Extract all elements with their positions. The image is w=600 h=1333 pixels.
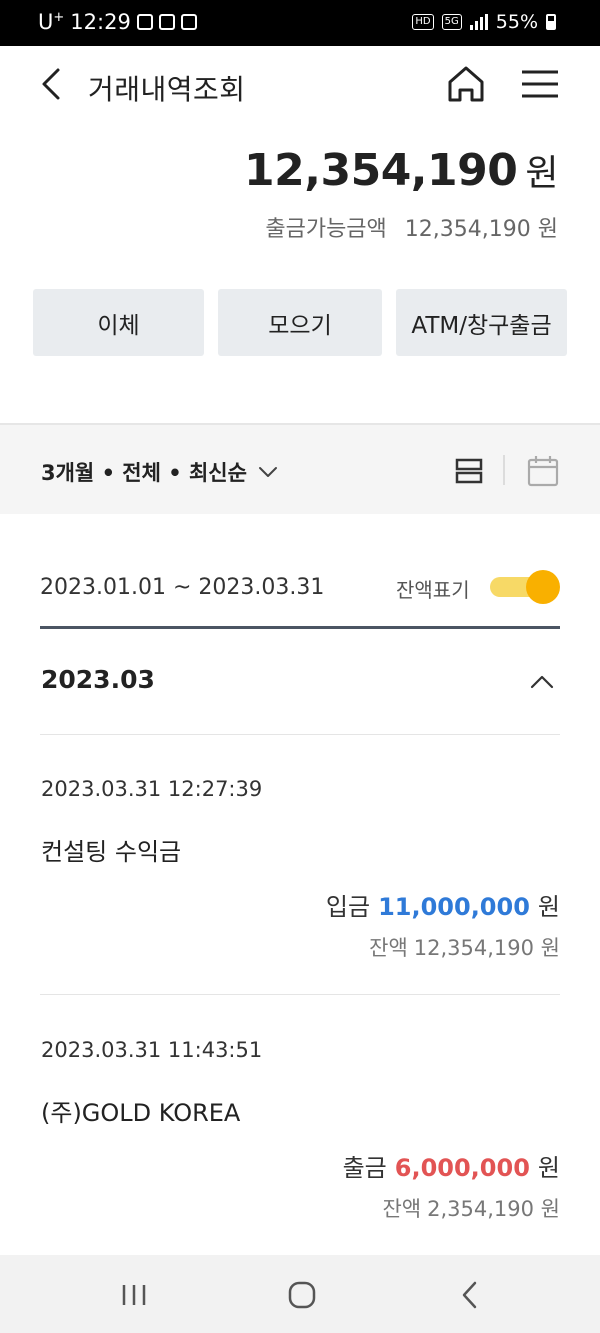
filter-label: 3개월 • 전체 • 최신순 bbox=[41, 461, 247, 485]
list-view-button[interactable] bbox=[454, 457, 484, 485]
collect-button[interactable]: 모으기 bbox=[218, 289, 382, 356]
battery-icon bbox=[546, 14, 556, 30]
transaction-amount-unit: 원 bbox=[537, 1154, 560, 1182]
list-view-icon bbox=[455, 458, 483, 484]
transaction-amount-unit: 원 bbox=[537, 893, 560, 921]
home-button[interactable] bbox=[444, 62, 488, 106]
system-nav-bar bbox=[0, 1255, 600, 1333]
system-home-button[interactable] bbox=[287, 1280, 317, 1310]
transaction-balance-value: 12,354,190 원 bbox=[413, 936, 560, 960]
page-title: 거래내역조회 bbox=[88, 73, 246, 106]
recent-apps-icon bbox=[122, 1285, 146, 1305]
transaction-divider bbox=[40, 994, 560, 995]
transaction-type: 출금 bbox=[342, 1154, 387, 1182]
signal-icon bbox=[469, 14, 488, 30]
recent-apps-button[interactable] bbox=[120, 1283, 148, 1307]
atm-withdraw-button[interactable]: ATM/창구출금 bbox=[396, 289, 567, 356]
available-amount: 12,354,190 원 bbox=[404, 217, 558, 242]
transaction-balance: 잔액 2,354,190 원 bbox=[382, 1193, 560, 1223]
transaction-balance-value: 2,354,190 원 bbox=[427, 1197, 560, 1221]
transaction-name[interactable]: 컨설팅 수익금 bbox=[41, 832, 181, 867]
chevron-up-icon bbox=[530, 675, 554, 689]
month-header: 2023.03 bbox=[41, 665, 155, 694]
transaction-balance-label: 잔액 bbox=[369, 936, 408, 960]
calendar-icon bbox=[527, 456, 559, 487]
transaction-name[interactable]: (주)GOLD KOREA bbox=[41, 1093, 240, 1128]
transaction-amount: 출금 6,000,000 원 bbox=[343, 1148, 560, 1183]
transaction-amount-value: 6,000,000 bbox=[394, 1154, 530, 1182]
section-divider bbox=[40, 626, 560, 629]
balance-toggle[interactable] bbox=[490, 570, 560, 604]
available-label: 출금가능금액 bbox=[265, 217, 387, 242]
status-left: U+ 12:29 bbox=[38, 10, 197, 34]
balance-unit: 원 bbox=[525, 153, 558, 194]
toggle-knob bbox=[526, 570, 560, 604]
balance-toggle-label: 잔액표기 bbox=[396, 578, 470, 602]
chevron-down-icon bbox=[258, 467, 277, 477]
transaction-balance: 잔액 12,354,190 원 bbox=[369, 932, 560, 962]
transaction-datetime: 2023.03.31 11:43:51 bbox=[41, 1038, 263, 1062]
status-right: HD 5G 55% bbox=[412, 11, 556, 33]
app-header: 거래내역조회 bbox=[0, 46, 600, 126]
calendar-view-button[interactable] bbox=[526, 454, 560, 488]
transaction-type: 입금 bbox=[325, 893, 371, 921]
back-button[interactable] bbox=[34, 64, 74, 104]
balance-amount: 12,354,190 bbox=[244, 145, 518, 196]
filter-bar: 3개월 • 전체 • 최신순 bbox=[0, 423, 600, 514]
account-balance: 12,354,190 원 bbox=[244, 144, 558, 196]
carrier-label: U+ bbox=[38, 10, 65, 34]
chevron-left-icon bbox=[42, 68, 60, 100]
action-buttons: 이체 모으기 ATM/창구출금 bbox=[0, 289, 600, 356]
home-icon bbox=[448, 66, 484, 102]
system-back-button[interactable] bbox=[458, 1280, 482, 1310]
notification-icon bbox=[136, 14, 153, 30]
period-range: 2023.01.01 ~ 2023.03.31 bbox=[40, 575, 325, 600]
status-bar: U+ 12:29 HD 5G 55% bbox=[0, 0, 600, 46]
transaction-datetime: 2023.03.31 12:27:39 bbox=[41, 777, 263, 801]
chevron-left-icon bbox=[462, 1281, 477, 1309]
transaction-amount: 입금 11,000,000 원 bbox=[326, 887, 560, 922]
view-divider bbox=[503, 455, 505, 485]
gallery-icon bbox=[158, 14, 175, 30]
transaction-amount-value: 11,000,000 bbox=[378, 893, 530, 921]
month-divider bbox=[40, 734, 560, 735]
menu-button[interactable] bbox=[518, 64, 562, 104]
available-balance: 출금가능금액 12,354,190 원 bbox=[265, 211, 558, 243]
hamburger-menu-icon bbox=[522, 70, 558, 98]
collapse-button[interactable] bbox=[528, 670, 556, 694]
transaction-balance-label: 잔액 bbox=[382, 1197, 422, 1221]
transfer-button[interactable]: 이체 bbox=[33, 289, 204, 356]
hd-badge: HD bbox=[412, 14, 434, 30]
circle-home-icon bbox=[288, 1281, 316, 1309]
message-icon bbox=[180, 14, 197, 30]
filter-dropdown[interactable]: 3개월 • 전체 • 최신순 bbox=[41, 457, 279, 487]
battery-percent: 55% bbox=[495, 11, 538, 33]
network-badge: 5G bbox=[441, 14, 462, 30]
clock: 12:29 bbox=[70, 10, 131, 34]
